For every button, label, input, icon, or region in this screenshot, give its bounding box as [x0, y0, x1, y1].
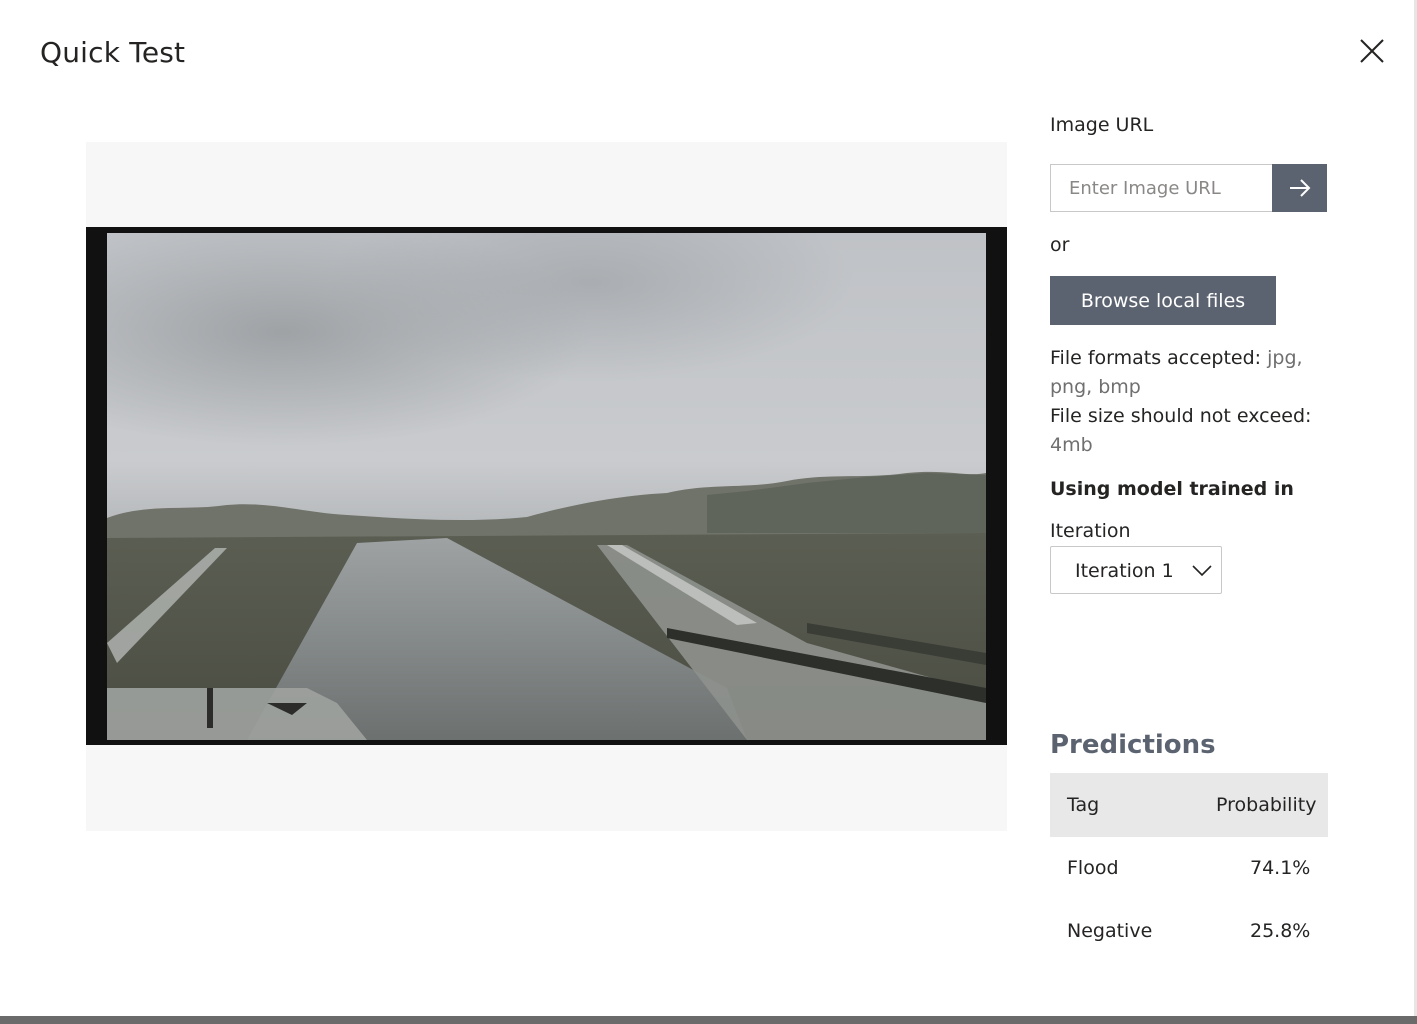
dialog-title: Quick Test [40, 36, 186, 69]
file-size-value: 4mb [1050, 434, 1093, 456]
background-strip [0, 1016, 1417, 1024]
model-heading: Using model trained in [1050, 478, 1294, 500]
file-info: File formats accepted: jpg, png, bmp Fil… [1050, 344, 1335, 460]
image-url-input[interactable] [1050, 164, 1272, 212]
iteration-selected-value: Iteration 1 [1075, 560, 1174, 582]
prediction-probability: 74.1% [1250, 857, 1311, 879]
iteration-label: Iteration [1050, 520, 1131, 542]
column-header-tag: Tag [1067, 794, 1100, 816]
predictions-table-header: Tag Probability [1050, 773, 1328, 837]
prediction-tag: Negative [1067, 920, 1153, 942]
iteration-dropdown[interactable]: Iteration 1 [1050, 546, 1222, 594]
prediction-probability: 25.8% [1250, 920, 1311, 942]
or-separator: or [1050, 234, 1070, 256]
file-formats-label: File formats accepted: [1050, 347, 1262, 369]
close-button[interactable] [1355, 34, 1389, 68]
image-url-submit-button[interactable] [1272, 164, 1327, 212]
prediction-tag: Flood [1067, 857, 1119, 879]
close-icon [1360, 39, 1384, 63]
image-url-label: Image URL [1050, 114, 1154, 136]
preview-image [107, 233, 986, 740]
chevron-down-icon [1192, 565, 1212, 577]
column-header-probability: Probability [1216, 794, 1317, 816]
file-size-label: File size should not exceed: [1050, 405, 1312, 427]
browse-local-files-button[interactable]: Browse local files [1050, 276, 1276, 325]
predictions-title: Predictions [1050, 730, 1216, 760]
quick-test-dialog: Quick Test Image URL Enter Image URL or … [0, 0, 1417, 1016]
arrow-right-icon [1289, 179, 1310, 197]
